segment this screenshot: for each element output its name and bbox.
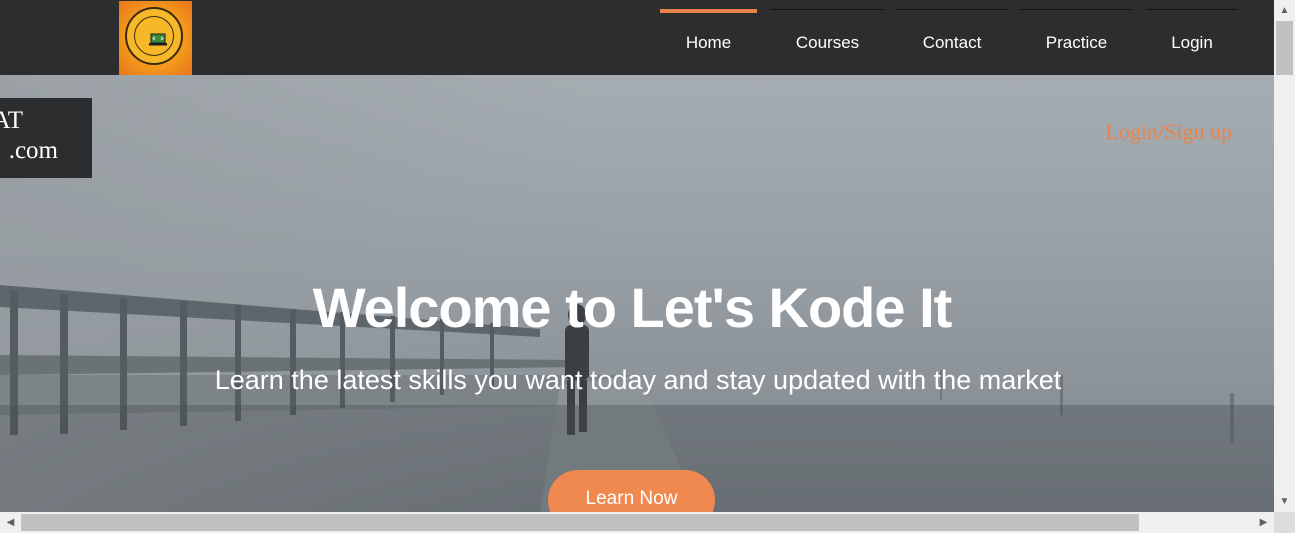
triangle-up-icon[interactable]: ▲ — [1274, 2, 1295, 19]
badge-line-2: .com — [8, 137, 58, 164]
nav-divider — [1020, 9, 1133, 10]
site-logo[interactable] — [119, 1, 192, 75]
nav-practice[interactable]: Practice — [1020, 9, 1133, 75]
hero-subtitle: Learn the latest skills you want today a… — [214, 365, 1062, 395]
nav-contact[interactable]: Contact — [896, 9, 1008, 75]
laptop-code-icon — [149, 33, 167, 46]
scrollbar-corner — [1274, 512, 1295, 533]
triangle-right-icon[interactable]: ▶ — [1255, 512, 1272, 533]
top-header: Home Courses Contact Practice Login — [0, 0, 1274, 75]
triangle-left-icon[interactable]: ◀ — [2, 512, 19, 533]
nav-login[interactable]: Login — [1146, 9, 1238, 75]
page-viewport: Home Courses Contact Practice Login T .c… — [0, 0, 1274, 512]
login-signup-link[interactable]: Login/Sign up — [1105, 119, 1232, 145]
triangle-down-icon[interactable]: ▼ — [1274, 493, 1295, 510]
nav-practice-label: Practice — [1045, 33, 1108, 52]
vertical-scrollbar[interactable]: ▲ ▼ — [1274, 0, 1295, 512]
nav-courses-label: Courses — [795, 33, 860, 52]
nav-active-indicator — [660, 9, 757, 13]
hero-section: AT .com Login/Sign up Welcome to Let's K… — [0, 75, 1274, 512]
nav-courses[interactable]: Courses — [770, 9, 885, 75]
nav-divider — [770, 9, 885, 10]
horizontal-scrollbar[interactable]: ◀ ▶ — [0, 512, 1274, 533]
nav-login-label: Login — [1171, 33, 1213, 52]
vertical-scroll-thumb[interactable] — [1276, 21, 1293, 75]
nav-home-label: Home — [685, 33, 732, 52]
site-badge: AT .com — [0, 98, 92, 178]
horizontal-scroll-thumb[interactable] — [21, 514, 1139, 531]
learn-now-button[interactable]: Learn Now — [548, 470, 715, 512]
badge-line-1: AT — [0, 107, 23, 134]
logo-inner-ring — [134, 16, 174, 56]
hero-title: Welcome to Let's Kode It — [312, 276, 953, 339]
logo-ring — [125, 7, 183, 65]
nav-divider — [896, 9, 1008, 10]
nav-divider — [1146, 9, 1238, 10]
nav-contact-label: Contact — [922, 33, 982, 52]
nav-home[interactable]: Home — [660, 9, 757, 75]
